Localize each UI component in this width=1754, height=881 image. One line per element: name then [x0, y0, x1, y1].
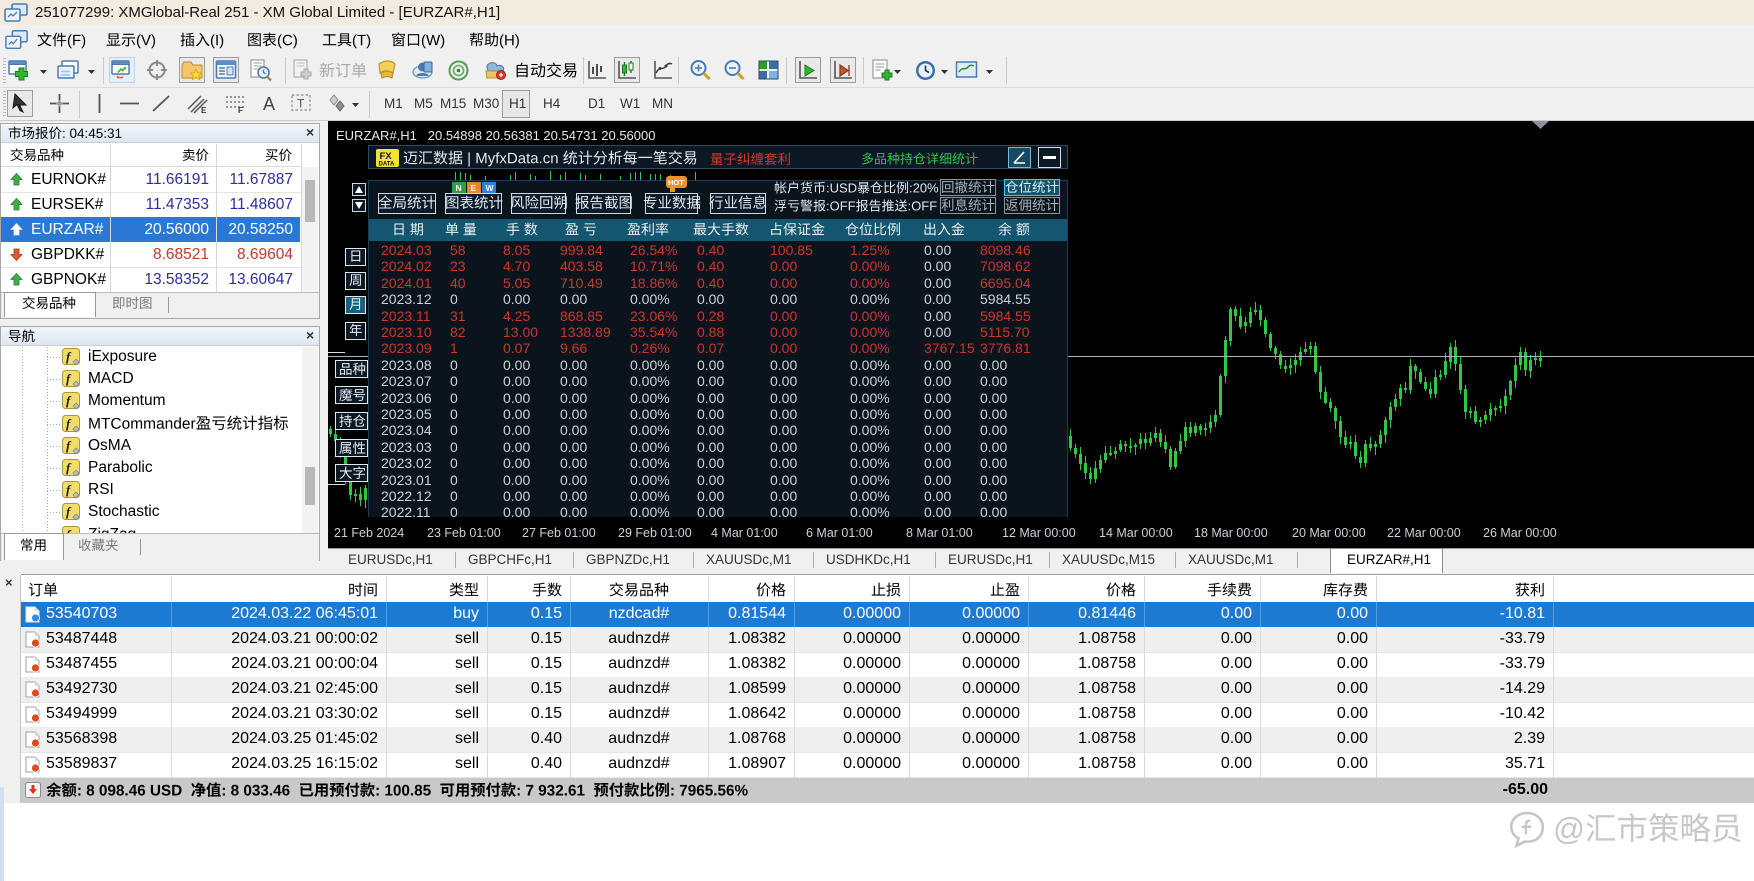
svg-text:A: A — [263, 94, 275, 114]
svg-text:FX: FX — [380, 151, 393, 162]
svg-text:T: T — [297, 97, 305, 111]
svg-text:E: E — [201, 106, 207, 115]
svg-text:F: F — [238, 106, 243, 115]
svg-text:DATA: DATA — [379, 162, 395, 168]
